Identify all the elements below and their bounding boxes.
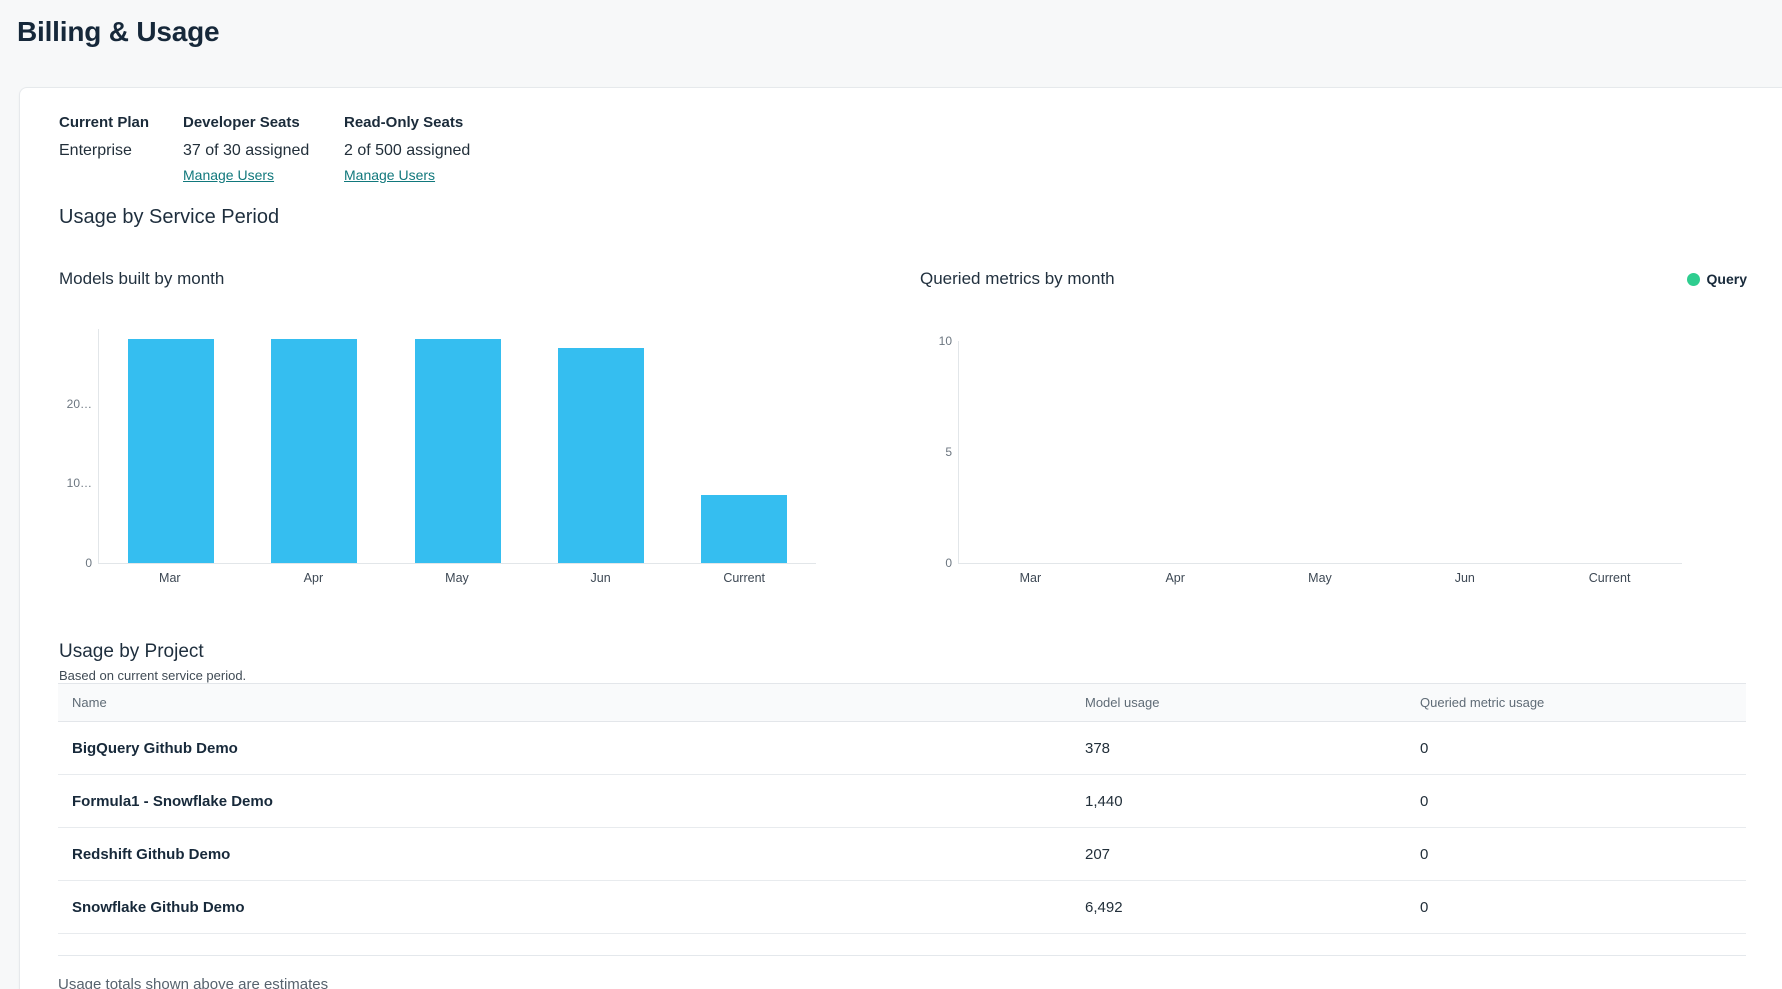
- y-axis-tick-label: 0: [85, 555, 92, 571]
- readonly-seats-label: Read-Only Seats: [344, 114, 470, 132]
- queried-metric-usage-cell: 0: [1420, 793, 1746, 810]
- queried-metrics-chart: Queried metrics by month Query 0510 MarA…: [920, 268, 1747, 613]
- x-axis-label: Mar: [98, 570, 242, 586]
- x-axis-label: Mar: [958, 570, 1103, 586]
- x-axis-label: May: [385, 570, 529, 586]
- x-axis-label: Apr: [1103, 570, 1248, 586]
- billing-usage-page: { "page": { "title": "Billing & Usage" }…: [0, 0, 1782, 989]
- plan-summary: Current Plan Enterprise Developer Seats …: [59, 114, 470, 185]
- models-built-chart-title: Models built by month: [59, 268, 224, 290]
- model-usage-cell: 378: [1085, 740, 1420, 757]
- queried-metric-usage-cell: 0: [1420, 899, 1746, 916]
- y-axis-tick-label: 0: [945, 555, 952, 571]
- usage-by-service-period-title: Usage by Service Period: [59, 206, 279, 229]
- model-usage-cell: 1,440: [1085, 793, 1420, 810]
- bar: [558, 348, 644, 563]
- x-axis-label: Current: [1537, 570, 1682, 586]
- model-usage-cell: 6,492: [1085, 899, 1420, 916]
- table-header-row: Name Model usage Queried metric usage: [58, 683, 1746, 722]
- readonly-seats-block: Read-Only Seats 2 of 500 assigned Manage…: [344, 114, 470, 185]
- model-usage-cell: 207: [1085, 846, 1420, 863]
- legend-item-query[interactable]: Query: [1687, 271, 1747, 287]
- y-axis-tick-label: 10…: [67, 475, 92, 491]
- table-row: BigQuery Github Demo3780: [58, 722, 1746, 775]
- column-header-name: Name: [58, 695, 1085, 710]
- x-axis-label: May: [1248, 570, 1393, 586]
- current-plan-label: Current Plan: [59, 114, 183, 132]
- models-built-chart: Models built by month 010…20… MarAprMayJ…: [59, 268, 859, 613]
- page-title: Billing & Usage: [17, 16, 219, 48]
- x-axis-label: Apr: [242, 570, 386, 586]
- current-plan-block: Current Plan Enterprise: [59, 114, 183, 185]
- current-plan-value: Enterprise: [59, 141, 183, 160]
- usage-table-body: BigQuery Github Demo3780Formula1 - Snowf…: [58, 722, 1746, 934]
- developer-seats-label: Developer Seats: [183, 114, 344, 132]
- y-axis-tick-label: 5: [945, 444, 952, 460]
- table-row: Redshift Github Demo2070: [58, 828, 1746, 881]
- table-empty-row: [58, 934, 1746, 956]
- developer-seats-value: 37 of 30 assigned: [183, 141, 344, 160]
- bar: [701, 495, 787, 563]
- models-built-plot-area: 010…20…: [98, 329, 816, 564]
- charts-row: Models built by month 010…20… MarAprMayJ…: [59, 268, 1747, 613]
- column-header-model-usage: Model usage: [1085, 695, 1420, 710]
- bar: [128, 339, 214, 563]
- manage-users-link-readonly[interactable]: Manage Users: [344, 167, 435, 184]
- queried-metric-usage-cell: 0: [1420, 740, 1746, 757]
- queried-metrics-chart-title: Queried metrics by month: [920, 268, 1115, 290]
- legend-label-query: Query: [1707, 271, 1747, 287]
- x-axis-label: Current: [672, 570, 816, 586]
- queried-metric-usage-cell: 0: [1420, 846, 1746, 863]
- usage-by-project-subtitle: Based on current service period.: [59, 668, 246, 683]
- project-name-cell: Redshift Github Demo: [58, 846, 1085, 863]
- queried-metrics-plot-area: 0510: [958, 341, 1682, 564]
- project-name-cell: Formula1 - Snowflake Demo: [58, 793, 1085, 810]
- usage-footnote: Usage totals shown above are estimates: [58, 976, 328, 989]
- table-row: Formula1 - Snowflake Demo1,4400: [58, 775, 1746, 828]
- project-name-cell: Snowflake Github Demo: [58, 899, 1085, 916]
- legend-swatch-icon: [1687, 273, 1700, 286]
- y-axis-tick-label: 20…: [67, 396, 92, 412]
- x-axis-label: Jun: [1392, 570, 1537, 586]
- column-header-queried-metric-usage: Queried metric usage: [1420, 695, 1746, 710]
- x-axis-label: Jun: [529, 570, 673, 586]
- project-name-cell: BigQuery Github Demo: [58, 740, 1085, 757]
- billing-card: Current Plan Enterprise Developer Seats …: [19, 87, 1782, 989]
- readonly-seats-value: 2 of 500 assigned: [344, 141, 470, 160]
- usage-by-project-table: Name Model usage Queried metric usage Bi…: [58, 683, 1746, 956]
- y-axis-tick-label: 10: [939, 333, 952, 349]
- usage-by-project-title: Usage by Project: [59, 641, 204, 663]
- developer-seats-block: Developer Seats 37 of 30 assigned Manage…: [183, 114, 344, 185]
- manage-users-link-developer[interactable]: Manage Users: [183, 167, 274, 184]
- table-row: Snowflake Github Demo6,4920: [58, 881, 1746, 934]
- bar: [415, 339, 501, 563]
- bar: [271, 339, 357, 563]
